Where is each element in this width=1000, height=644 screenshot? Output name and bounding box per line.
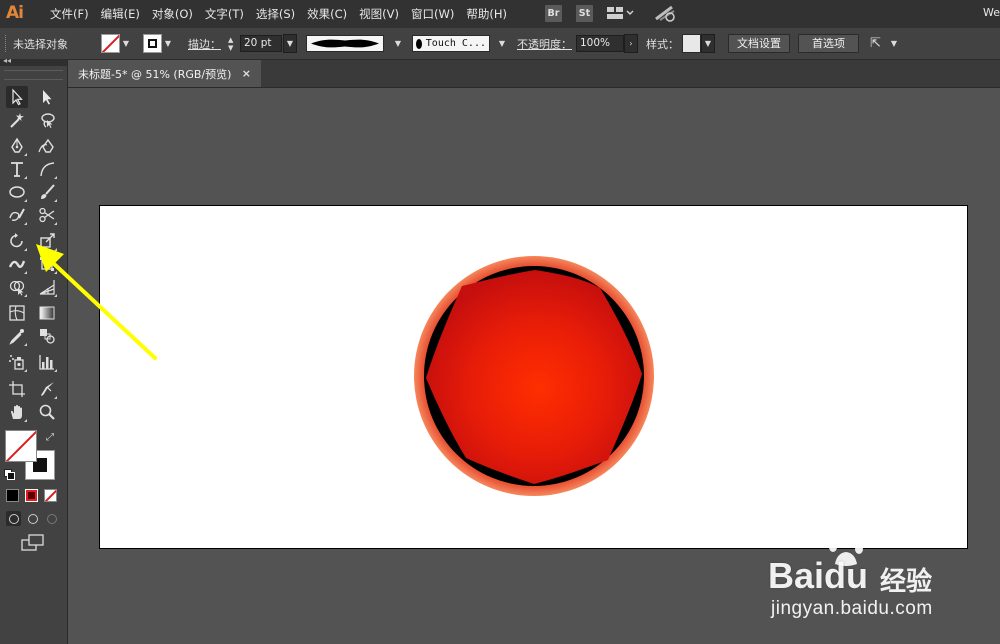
shape-builder-tool-icon[interactable] (6, 276, 28, 298)
blend-tool-icon[interactable] (36, 325, 58, 347)
ellipse-tool-icon[interactable] (6, 181, 28, 203)
menu-type[interactable]: 文字(T) (199, 0, 250, 28)
baidu-url: jingyan.baidu.com (771, 598, 933, 619)
screen-mode-icon[interactable] (21, 534, 45, 552)
chevron-down-icon[interactable]: ▼ (162, 28, 174, 59)
brush-definition[interactable]: Touch C... (412, 28, 490, 59)
tools-panel: ◂◂ ⤢ (0, 56, 68, 644)
collapse-icon[interactable]: ◂◂ (3, 56, 11, 65)
preferences-button[interactable]: 首选项 (798, 34, 859, 53)
arrange-documents-icon[interactable] (606, 6, 634, 23)
stroke-weight-stepper-icon[interactable]: ▲ ▼ (228, 36, 233, 52)
draw-normal-icon[interactable] (6, 511, 21, 526)
color-mode-icon[interactable] (6, 489, 19, 502)
menu-select[interactable]: 选择(S) (250, 0, 301, 28)
lasso-tool-icon[interactable] (36, 109, 58, 131)
zoom-tool-icon[interactable] (36, 401, 58, 423)
opacity-label[interactable]: 不透明度： (517, 28, 572, 59)
gpu-performance-icon[interactable] (654, 5, 678, 22)
menu-edit[interactable]: 编辑(E) (95, 0, 146, 28)
default-fill-stroke-icon[interactable] (4, 469, 15, 480)
close-icon[interactable]: × (242, 67, 251, 80)
menu-bar: Ai 文件(F) 编辑(E) 对象(O) 文字(T) 选择(S) 效果(C) 视… (0, 0, 1000, 28)
shaper-tool-icon[interactable] (6, 204, 28, 226)
menu-view[interactable]: 视图(V) (353, 0, 405, 28)
rotate-tool-icon[interactable] (6, 230, 28, 252)
arrange-panel-icon[interactable]: ⇱ (870, 36, 881, 51)
gradient-mode-icon[interactable] (25, 489, 38, 502)
baidu-product: 经验 (880, 567, 933, 597)
magic-wand-tool-icon[interactable] (6, 109, 28, 131)
opacity-input[interactable]: 100% (576, 35, 624, 52)
slice-tool-icon[interactable] (36, 378, 58, 400)
brush-name: Touch C... (425, 38, 486, 49)
perspective-grid-tool-icon[interactable] (36, 276, 58, 298)
line-segment-tool-icon[interactable] (36, 158, 58, 180)
baidu-watermark: Baidu 经验 jingyan.baidu.com (765, 536, 1000, 644)
column-graph-tool-icon[interactable] (36, 351, 58, 373)
tools-panel-grip[interactable] (4, 70, 63, 80)
draw-inside-icon[interactable] (44, 511, 59, 526)
control-bar-grip[interactable] (5, 35, 9, 52)
fill-color-swatch[interactable] (5, 430, 37, 462)
chevron-down-icon[interactable]: ▼ (120, 28, 132, 59)
document-setup-button[interactable]: 文档设置 (728, 34, 790, 53)
menu-object[interactable]: 对象(O) (146, 0, 199, 28)
graphic-style-swatch[interactable] (682, 28, 701, 59)
free-transform-tool-icon[interactable] (36, 253, 58, 275)
hand-tool-icon[interactable] (6, 401, 28, 423)
scale-tool-icon[interactable] (36, 230, 58, 252)
control-bar: 未选择对象 ▼ ▼ 描边： ▲ ▼ 20 pt ▼ ▼ Touch C... ▼ … (0, 28, 1000, 60)
chevron-down-icon[interactable]: ▼ (283, 34, 297, 53)
app-logo: Ai (6, 3, 24, 23)
draw-behind-icon[interactable] (25, 511, 40, 526)
chevron-down-icon[interactable]: ▼ (701, 34, 715, 53)
menu-help[interactable]: 帮助(H) (460, 0, 513, 28)
eyedropper-tool-icon[interactable] (6, 325, 28, 347)
fill-swatch[interactable] (101, 28, 120, 59)
document-tab-strip: 未标题-5* @ 51% (RGB/预览) × (68, 60, 1000, 88)
artboard-tool-icon[interactable] (6, 378, 28, 400)
stroke-label[interactable]: 描边： (188, 28, 221, 59)
artboard[interactable] (99, 205, 968, 549)
menu-window[interactable]: 窗口(W) (405, 0, 460, 28)
brush-dot-icon (416, 38, 422, 49)
document-tab[interactable]: 未标题-5* @ 51% (RGB/预览) × (68, 60, 261, 87)
gradient-tool-icon[interactable] (36, 302, 58, 324)
chevron-down-icon[interactable]: ▼ (888, 28, 900, 59)
selection-tool-icon[interactable] (6, 86, 28, 108)
paintbrush-tool-icon[interactable] (36, 181, 58, 203)
menu-effect[interactable]: 效果(C) (301, 0, 353, 28)
mesh-tool-icon[interactable] (6, 302, 28, 324)
artwork (414, 256, 654, 496)
stroke-weight-input[interactable]: 20 pt (240, 35, 282, 52)
pen-tool-icon[interactable] (6, 135, 28, 157)
chevron-down-icon[interactable]: ▼ (392, 28, 404, 59)
symbol-sprayer-tool-icon[interactable] (6, 351, 28, 373)
selection-status: 未选择对象 (13, 37, 68, 51)
bridge-button[interactable]: Br (545, 5, 562, 22)
width-tool-icon[interactable] (6, 253, 28, 275)
none-mode-icon[interactable] (44, 489, 57, 502)
menu-items: 文件(F) 编辑(E) 对象(O) 文字(T) 选择(S) 效果(C) 视图(V… (44, 0, 513, 28)
chevron-down-icon[interactable]: ▼ (496, 28, 508, 59)
stroke-swatch[interactable] (143, 28, 162, 59)
direct-selection-tool-icon[interactable] (36, 86, 58, 108)
chevron-right-icon[interactable]: › (624, 34, 638, 53)
variable-width-profile[interactable] (306, 28, 384, 59)
type-tool-icon[interactable] (6, 158, 28, 180)
document-tab-title: 未标题-5* @ 51% (RGB/预览) (78, 67, 232, 81)
baidu-brand: Baidu (768, 555, 869, 596)
tools-panel-header[interactable]: ◂◂ (0, 56, 67, 66)
style-label: 样式： (646, 37, 679, 51)
workspace-switcher[interactable]: We (983, 6, 1000, 19)
swap-fill-stroke-icon[interactable]: ⤢ (46, 432, 54, 443)
menu-file[interactable]: 文件(F) (44, 0, 95, 28)
curvature-tool-icon[interactable] (36, 135, 58, 157)
scissors-tool-icon[interactable] (36, 204, 58, 226)
stock-button[interactable]: St (576, 5, 593, 22)
